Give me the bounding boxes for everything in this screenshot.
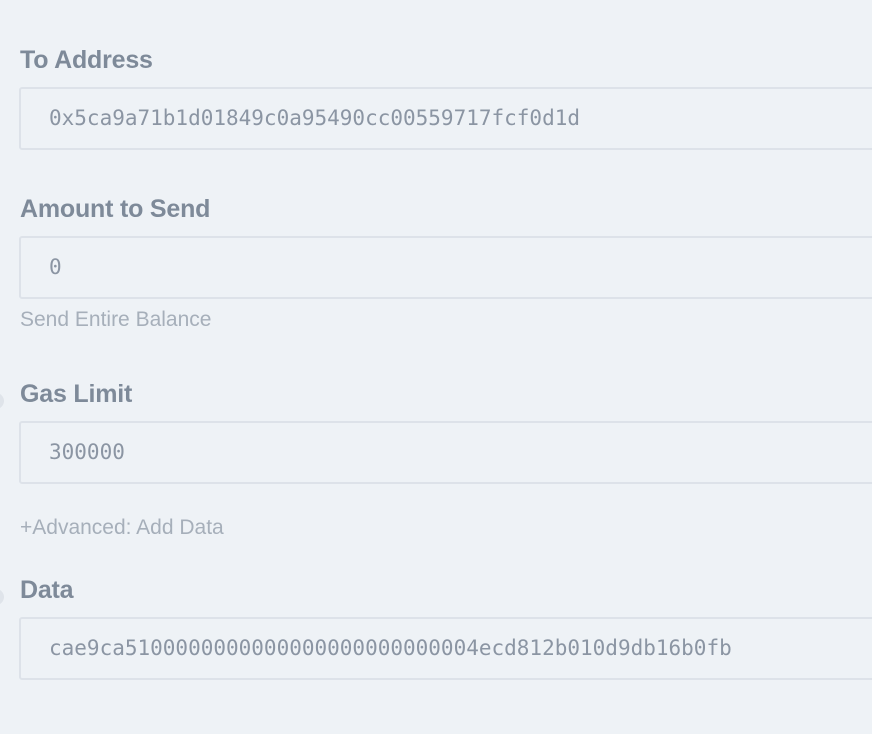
send-transaction-form: To Address 0x5ca9a71b1d01849c0a95490cc00…	[0, 0, 872, 734]
send-entire-balance-link[interactable]: Send Entire Balance	[20, 308, 211, 332]
amount-value: 0	[49, 255, 62, 279]
to-address-input[interactable]: 0x5ca9a71b1d01849c0a95490cc00559717fcf0d…	[19, 87, 872, 150]
amount-input[interactable]: 0	[19, 236, 872, 299]
advanced-add-data-link[interactable]: +Advanced: Add Data	[20, 516, 224, 540]
data-marker-icon	[0, 589, 4, 605]
gas-limit-marker-icon	[0, 393, 4, 409]
data-input[interactable]: cae9ca5100000000000000000000000004ecd812…	[19, 617, 872, 680]
data-value: cae9ca5100000000000000000000000004ecd812…	[49, 636, 732, 660]
amount-label: Amount to Send	[20, 195, 211, 223]
gas-limit-value: 300000	[49, 440, 125, 464]
to-address-label: To Address	[20, 46, 153, 74]
data-label: Data	[20, 576, 74, 604]
to-address-value: 0x5ca9a71b1d01849c0a95490cc00559717fcf0d…	[49, 106, 581, 130]
gas-limit-input[interactable]: 300000	[19, 421, 872, 484]
gas-limit-label: Gas Limit	[20, 380, 133, 408]
